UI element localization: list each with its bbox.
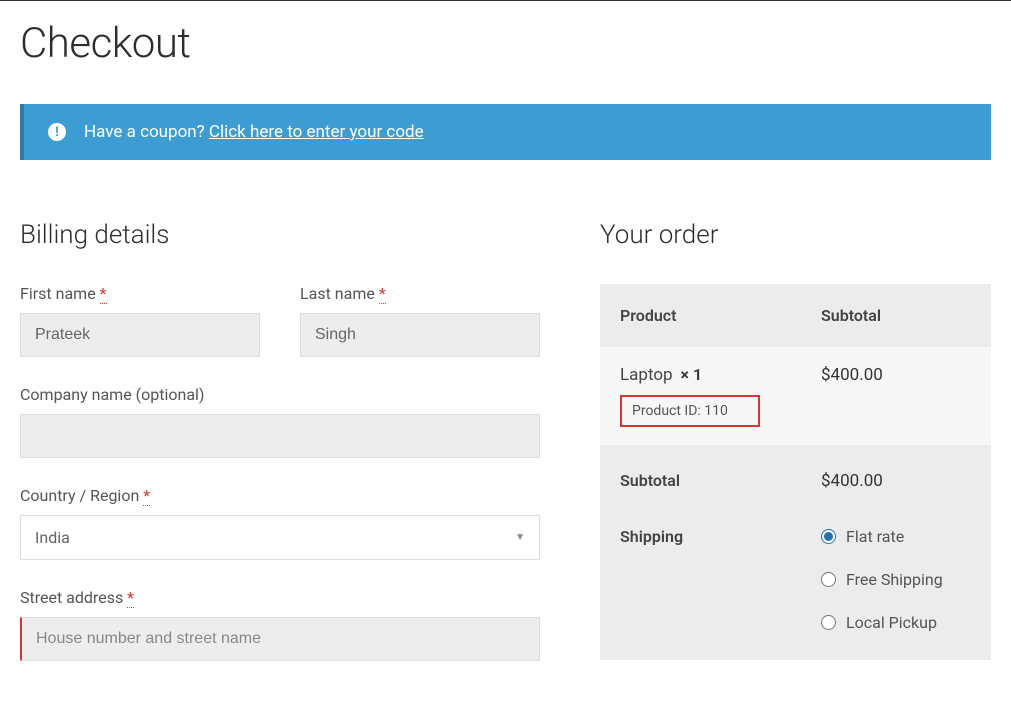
shipping-option-free[interactable]: Free Shipping [821,570,971,589]
required-mark: * [127,588,134,608]
col-subtotal-header: Subtotal [821,306,971,325]
billing-heading: Billing details [20,220,540,250]
info-icon: ! [48,123,66,141]
order-summary: Product Subtotal Laptop × 1 Product ID: … [600,284,991,660]
company-input[interactable] [20,414,540,458]
first-name-input[interactable] [20,313,260,357]
last-name-label: Last name * [300,284,540,303]
subtotal-value: $400.00 [821,471,971,491]
country-label: Country / Region * [20,486,540,505]
shipping-radio-local[interactable] [821,615,836,630]
order-heading: Your order [600,220,991,250]
shipping-label: Shipping [620,527,821,642]
product-price: $400.00 [821,365,971,385]
company-label: Company name (optional) [20,385,540,404]
coupon-text: Have a coupon? Click here to enter your … [84,122,424,142]
first-name-label: First name * [20,284,260,303]
shipping-option-label: Flat rate [846,527,904,546]
shipping-option-flat[interactable]: Flat rate [821,527,971,546]
shipping-option-local[interactable]: Local Pickup [821,613,971,632]
required-mark: * [143,486,150,506]
required-mark: * [100,284,107,304]
street-input[interactable] [20,617,540,661]
coupon-link[interactable]: Click here to enter your code [209,122,424,142]
country-value: India [35,528,70,547]
shipping-radio-flat[interactable] [821,529,836,544]
shipping-radio-free[interactable] [821,572,836,587]
street-label: Street address * [20,588,540,607]
order-item-row: Laptop × 1 Product ID: 110 $400.00 [600,347,991,445]
page-title: Checkout [20,19,991,68]
required-mark: * [379,284,386,304]
subtotal-label: Subtotal [620,471,821,491]
col-product-header: Product [620,306,821,325]
country-select[interactable]: India ▼ [20,515,540,560]
coupon-prompt: Have a coupon? [84,122,209,142]
coupon-banner: ! Have a coupon? Click here to enter you… [20,104,991,160]
product-id-badge: Product ID: 110 [620,395,760,427]
product-qty: × 1 [681,365,703,384]
product-name: Laptop [620,365,673,385]
chevron-down-icon: ▼ [515,532,525,543]
shipping-option-label: Local Pickup [846,613,937,632]
last-name-input[interactable] [300,313,540,357]
shipping-option-label: Free Shipping [846,570,943,589]
